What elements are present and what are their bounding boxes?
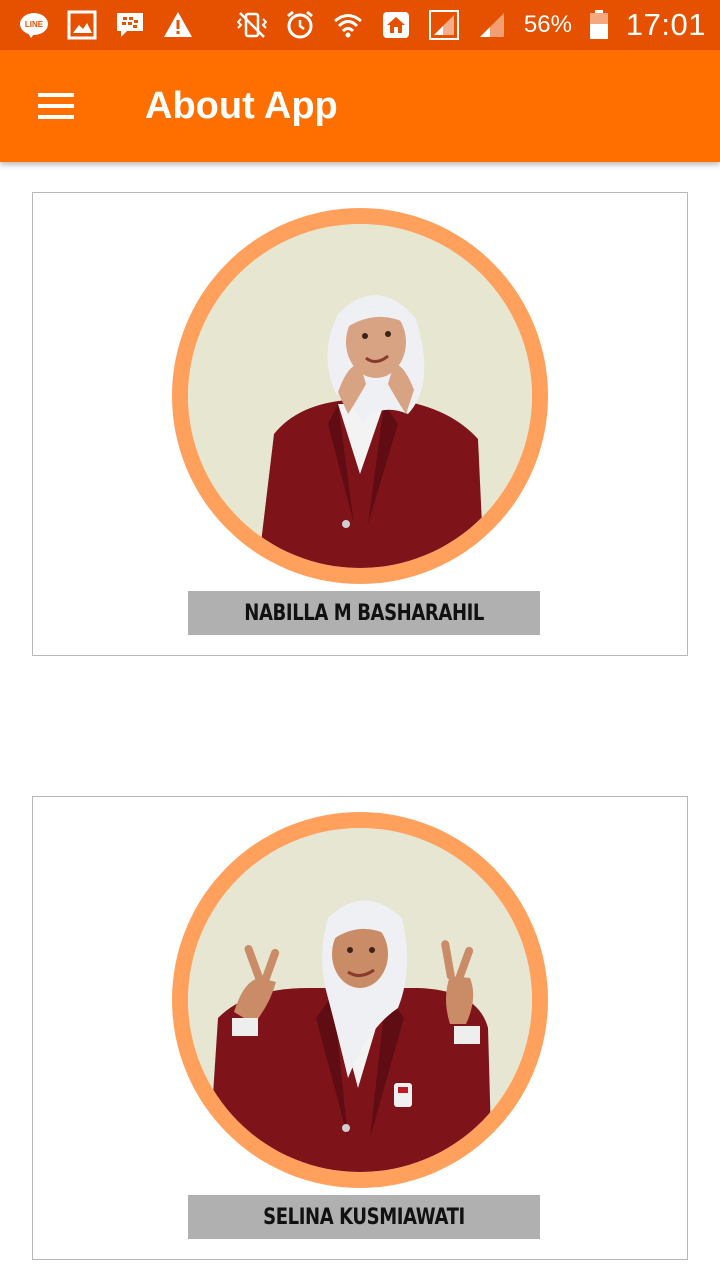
battery-percent: 56% <box>523 11 572 38</box>
member-photo <box>188 224 532 568</box>
menu-button[interactable] <box>0 50 112 162</box>
vibrate-icon <box>236 9 268 41</box>
status-system: 56% 17:01 <box>236 7 706 43</box>
warning-icon <box>162 9 194 41</box>
line-icon: LINE <box>18 9 50 41</box>
hamburger-menu-icon <box>38 93 74 119</box>
signal-2-icon <box>476 9 508 41</box>
member-name-plate: SELINA KUSMIAWATI <box>188 1195 540 1239</box>
member-card: NABILLA M BASHARAHIL <box>32 192 688 656</box>
photo-frame <box>172 812 548 1188</box>
battery-icon <box>588 9 610 41</box>
status-clock: 17:01 <box>625 7 706 42</box>
alarm-icon <box>284 9 316 41</box>
gallery-icon <box>66 9 98 41</box>
member-photo <box>188 828 532 1172</box>
wifi-icon <box>332 9 364 41</box>
page-title: About App <box>145 84 338 127</box>
status-bar: LINE 56% 17:01 <box>0 0 720 50</box>
home-icon <box>380 9 412 41</box>
svg-text:LINE: LINE <box>25 20 44 29</box>
app-bar: About App <box>0 50 720 162</box>
photo-frame <box>172 208 548 584</box>
member-name-plate: NABILLA M BASHARAHIL <box>188 591 540 635</box>
bbm-icon <box>114 9 146 41</box>
member-name: NABILLA M BASHARAHIL <box>244 600 484 626</box>
member-card: SELINA KUSMIAWATI <box>32 796 688 1260</box>
signal-icon <box>428 9 460 41</box>
member-name: SELINA KUSMIAWATI <box>263 1204 465 1230</box>
status-notifications: LINE <box>18 9 194 41</box>
